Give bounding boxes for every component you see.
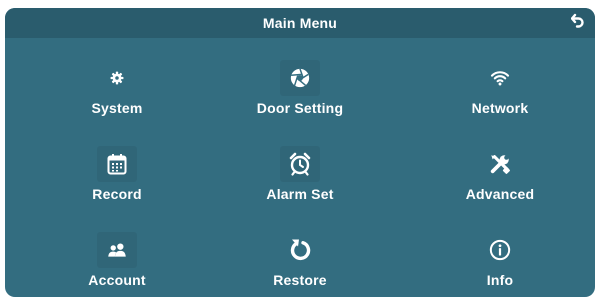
door-setting-icon-box — [280, 60, 320, 96]
info-icon-box — [480, 232, 520, 268]
menu-item-label: Advanced — [465, 186, 535, 202]
users-icon — [107, 242, 127, 258]
menu-item-label: System — [91, 100, 143, 116]
menu-item-record[interactable]: Record — [42, 144, 192, 224]
back-button[interactable] — [567, 13, 589, 33]
info-icon — [489, 239, 511, 261]
menu-item-system[interactable]: System — [42, 58, 192, 138]
menu-item-label: Restore — [273, 272, 327, 288]
menu-item-label: Record — [92, 186, 142, 202]
menu-item-label: Info — [486, 272, 514, 288]
menu-item-label: Alarm Set — [266, 186, 334, 202]
gear-icon — [110, 71, 124, 85]
restore-icon-box — [280, 232, 320, 268]
alarm-clock-icon — [289, 152, 311, 176]
menu-item-label: Door Setting — [256, 100, 344, 116]
return-arrow-icon — [570, 13, 585, 34]
menu-item-restore[interactable]: Restore — [225, 230, 375, 297]
menu-item-network[interactable]: Network — [425, 58, 575, 138]
page-title: Main Menu — [262, 15, 338, 31]
wifi-icon — [490, 70, 510, 86]
menu-item-advanced[interactable]: Advanced — [425, 144, 575, 224]
menu-item-label: Network — [471, 100, 529, 116]
menu-grid: System Door Setting Network Record Alarm… — [5, 38, 595, 297]
camera-shutter-icon — [289, 67, 311, 89]
tools-icon — [489, 153, 511, 175]
calendar-icon — [107, 153, 127, 175]
advanced-icon-box — [480, 146, 520, 182]
network-icon-box — [480, 60, 520, 96]
title-bar: Main Menu — [5, 8, 595, 38]
menu-item-label: Account — [88, 272, 146, 288]
menu-item-info[interactable]: Info — [425, 230, 575, 297]
system-icon-box — [97, 60, 137, 96]
alarm-set-icon-box — [280, 146, 320, 182]
account-icon-box — [97, 232, 137, 268]
menu-item-alarm-set[interactable]: Alarm Set — [225, 144, 375, 224]
main-menu-screen: Main Menu System Door Setting Network Re… — [5, 8, 595, 297]
menu-item-account[interactable]: Account — [42, 230, 192, 297]
menu-item-door-setting[interactable]: Door Setting — [225, 58, 375, 138]
restore-arrow-icon — [289, 238, 311, 262]
record-icon-box — [97, 146, 137, 182]
